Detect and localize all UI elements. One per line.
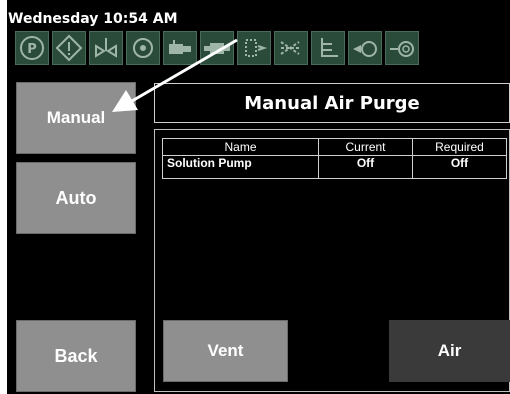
clock: Wednesday 10:54 AM [8,11,178,27]
status-table: Name Current Required Solution Pump Off … [162,138,507,179]
manual-button[interactable]: Manual [16,82,136,154]
vent-button[interactable]: Vent [163,320,288,382]
pump-icon[interactable] [163,31,197,65]
valve-icon[interactable] [89,31,123,65]
column-header-required: Required [412,138,507,156]
table-header-row: Name Current Required [162,138,507,156]
motor-icon[interactable] [200,31,234,65]
p-icon[interactable]: P [15,31,49,65]
cell-current: Off [318,155,413,179]
injector-icon[interactable] [237,31,271,65]
cell-required: Off [412,155,507,179]
table-row: Solution Pump Off Off [162,155,507,179]
page-title: Manual Air Purge [154,83,510,123]
spray-icon[interactable] [274,31,308,65]
warning-icon[interactable] [52,31,86,65]
icon-toolbar: P [15,31,510,67]
auto-button[interactable]: Auto [16,162,136,234]
heater-icon[interactable] [311,31,345,65]
column-header-name: Name [162,138,319,156]
cell-name: Solution Pump [162,155,319,179]
tank-icon[interactable] [348,31,382,65]
column-header-current: Current [318,138,413,156]
air-button[interactable]: Air [389,320,510,382]
svg-text:P: P [27,42,37,57]
tank-2-icon[interactable] [385,31,419,65]
engine-icon[interactable] [126,31,160,65]
back-button[interactable]: Back [16,320,136,392]
